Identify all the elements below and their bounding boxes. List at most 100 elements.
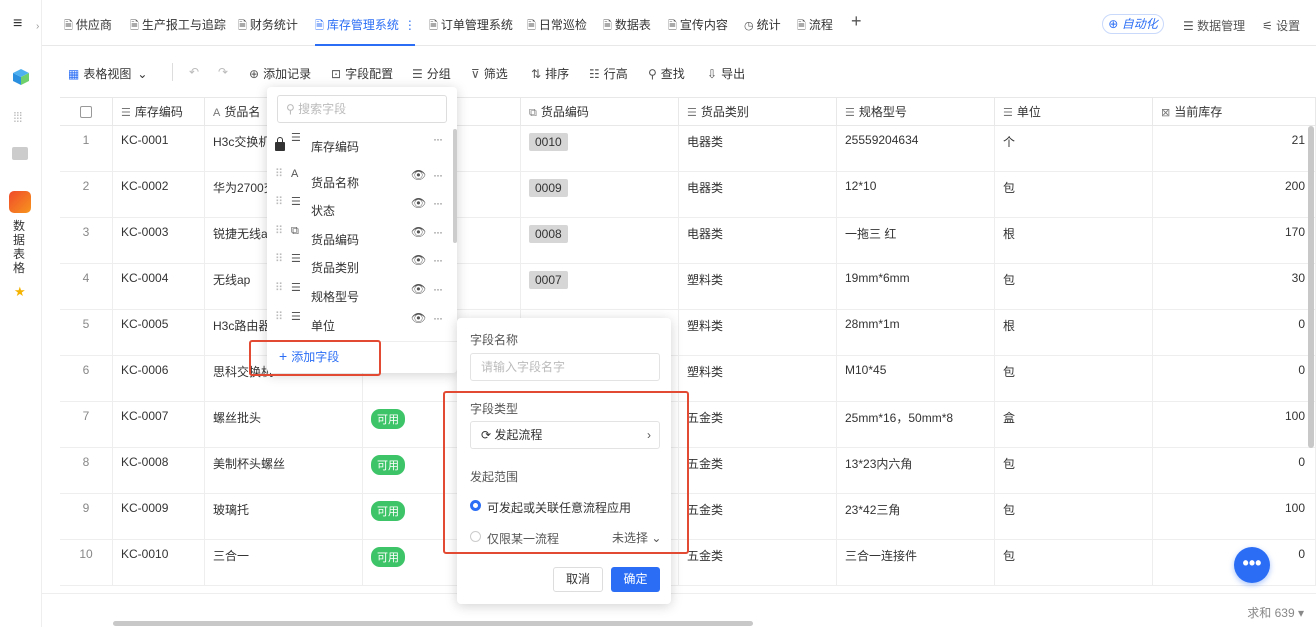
row-number-cell[interactable]: 2 [60,172,113,218]
field-more-icon[interactable]: ··· [433,254,443,266]
sort-button[interactable]: ⇅ 排序 [531,65,569,82]
category-cell[interactable]: 塑料类 [679,356,837,402]
tab-more-icon[interactable]: ⋮ [404,18,416,32]
category-cell[interactable]: 电器类 [679,172,837,218]
inventory-code-cell[interactable]: KC-0005 [113,310,205,356]
vertical-scrollbar[interactable] [1308,126,1314,448]
field-search-input[interactable]: ⚲ 搜索字段 [277,95,447,123]
row-number-cell[interactable]: 7 [60,402,113,448]
inventory-code-cell[interactable]: KC-0002 [113,172,205,218]
tab-finance[interactable]: 🗎 财务统计 [238,16,298,32]
stock-cell[interactable]: 0 [1153,356,1316,402]
spec-cell[interactable]: M10*45 [837,356,995,402]
column-header-unit[interactable]: ☰ 单位 [995,98,1153,127]
stock-cell[interactable]: 30 [1153,264,1316,310]
cancel-button[interactable]: 取消 [553,567,603,592]
settings-button[interactable]: ⚟ 设置 [1262,17,1300,34]
spec-cell[interactable]: 25559204634 [837,126,995,172]
row-number-cell[interactable]: 9 [60,494,113,540]
cube-app-icon[interactable] [11,67,31,87]
inventory-code-cell[interactable]: KC-0003 [113,218,205,264]
spec-cell[interactable]: 13*23内六角 [837,448,995,494]
stock-cell[interactable]: 170 [1153,218,1316,264]
tab-promo[interactable]: 🗎 宣传内容 [668,16,728,32]
drag-handle-icon[interactable]: ⠿ [275,312,283,323]
apps-grid-icon[interactable]: ⁞⁞⁞ [13,110,23,124]
table-row[interactable]: 1 KC-0001 H3c交换机 0010 电器类 25559204634 个 21 [60,126,1316,172]
stock-cell[interactable]: 100 [1153,402,1316,448]
tab-orders[interactable]: 🗎 订单管理系统 [429,16,513,32]
table-row[interactable]: 4 KC-0004 无线ap 0007 塑料类 19mm*6mm 包 30 [60,264,1316,310]
row-number-cell[interactable]: 10 [60,540,113,586]
confirm-button[interactable]: 确定 [611,567,660,592]
unit-cell[interactable]: 个 [995,126,1153,172]
category-cell[interactable]: 五金类 [679,402,837,448]
eye-icon[interactable]: 👁 [411,254,426,266]
drag-handle-icon[interactable]: ⠿ [275,197,283,208]
stock-cell[interactable]: 21 [1153,126,1316,172]
category-cell[interactable]: 五金类 [679,448,837,494]
field-item-category[interactable]: ⠿ ☰ 货品类别 👁 ··· [267,254,449,282]
eye-icon[interactable]: 👁 [411,226,426,238]
inventory-code-cell[interactable]: KC-0009 [113,494,205,540]
category-cell[interactable]: 塑料类 [679,310,837,356]
unit-cell[interactable]: 盒 [995,402,1153,448]
row-number-cell[interactable]: 1 [60,126,113,172]
select-all-checkbox[interactable] [80,106,92,118]
unit-cell[interactable]: 包 [995,494,1153,540]
drag-handle-icon[interactable]: ⠿ [275,283,283,294]
field-item-unit[interactable]: ⠿ ☰ 单位 👁 ··· [267,312,449,340]
redo-button[interactable]: ↷ [218,65,228,79]
spec-cell[interactable]: 19mm*6mm [837,264,995,310]
row-number-cell[interactable]: 3 [60,218,113,264]
field-name-input[interactable]: 请输入字段名字 [470,353,660,381]
tab-inspection[interactable]: 🗎 日常巡检 [527,16,587,32]
stock-cell[interactable]: 100 [1153,494,1316,540]
drag-handle-icon[interactable]: ⠿ [275,254,283,265]
unit-cell[interactable]: 包 [995,264,1153,310]
eye-icon[interactable]: 👁 [411,312,426,324]
field-item-goods-name[interactable]: ⠿ A 货品名称 👁 ··· [267,169,449,197]
tab-flow[interactable]: 🗎 流程 [797,16,833,32]
category-cell[interactable]: 塑料类 [679,264,837,310]
table-row[interactable]: 2 KC-0002 华为2700交 0009 电器类 12*10 包 200 [60,172,1316,218]
field-list-scrollbar[interactable] [453,129,457,243]
field-config-button[interactable]: ⊡ 字段配置 [331,65,393,82]
stock-cell[interactable]: 0 [1153,448,1316,494]
unit-cell[interactable]: 根 [995,310,1153,356]
menu-icon[interactable]: ≡ [13,16,22,32]
data-table-app-icon[interactable] [9,191,31,213]
stock-cell[interactable]: 0 [1153,310,1316,356]
inventory-code-cell[interactable]: KC-0001 [113,126,205,172]
tab-datasheet[interactable]: 🗎 数据表 [603,16,651,32]
field-more-icon[interactable]: ··· [433,133,443,145]
unit-cell[interactable]: 包 [995,172,1153,218]
category-cell[interactable]: 电器类 [679,126,837,172]
tab-production[interactable]: 🗎 生产报工与追踪 [130,16,226,32]
category-cell[interactable]: 电器类 [679,218,837,264]
folder-icon[interactable] [12,147,28,160]
star-icon[interactable]: ★ [14,285,26,298]
goods-code-cell[interactable]: 0007 [521,264,679,310]
filter-button[interactable]: ⊽ 筛选 [471,65,508,82]
column-header-goods-code[interactable]: ⧉ 货品编码 [521,98,679,127]
add-tab-icon[interactable]: + [851,12,862,30]
field-more-icon[interactable]: ··· [433,283,443,295]
goods-name-cell[interactable]: 玻璃托 [205,494,363,540]
spec-cell[interactable]: 一拖三 红 [837,218,995,264]
export-button[interactable]: ⇩ 导出 [707,65,745,82]
horizontal-scrollbar[interactable] [113,621,753,626]
eye-icon[interactable]: 👁 [411,169,426,181]
spec-cell[interactable]: 25mm*16，50mm*8 [837,402,995,448]
automation-button[interactable]: ⊕ 自动化 [1102,14,1164,34]
field-item-inventory-code[interactable]: ☰ 库存编码 ··· [267,133,449,161]
column-header-stock[interactable]: ⊠ 当前库存 [1153,98,1316,127]
unit-cell[interactable]: 包 [995,448,1153,494]
inventory-code-cell[interactable]: KC-0008 [113,448,205,494]
goods-code-cell[interactable]: 0010 [521,126,679,172]
field-more-icon[interactable]: ··· [433,226,443,238]
category-cell[interactable]: 五金类 [679,494,837,540]
column-header-spec[interactable]: ☰ 规格型号 [837,98,995,127]
spec-cell[interactable]: 三合一连接件 [837,540,995,586]
data-manage-button[interactable]: ☰ 数据管理 [1183,17,1245,34]
